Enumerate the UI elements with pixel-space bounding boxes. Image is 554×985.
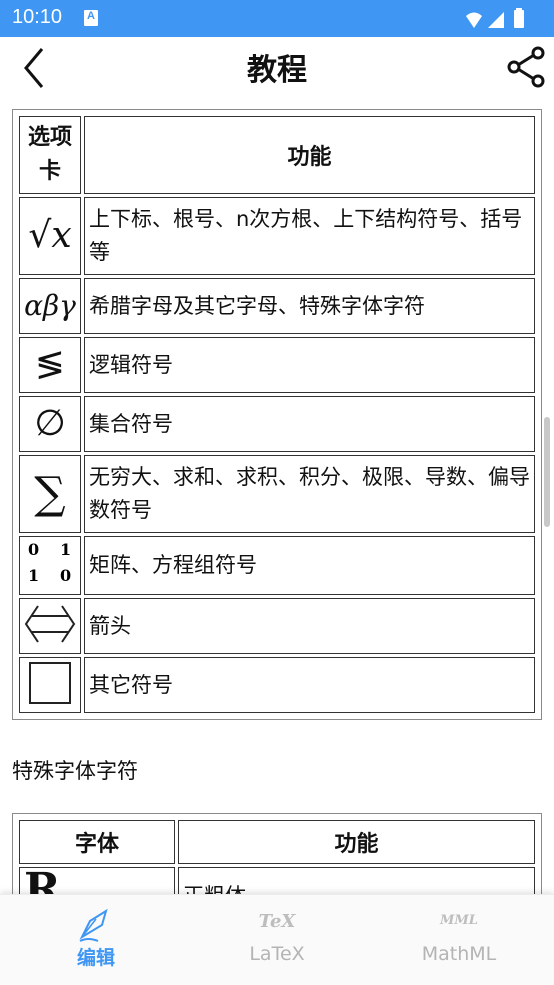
status-bar: 10:10 A [0, 0, 554, 37]
table-cell-desc: 无穷大、求和、求积、积分、极限、导数、偏导数符号 [84, 455, 535, 533]
matrix-glyph: 0 1 1 0 [28, 540, 71, 585]
share-icon[interactable] [504, 43, 548, 91]
svg-text:0: 0 [28, 540, 39, 559]
header-function-label: 功能 [334, 832, 379, 857]
table-cell-desc: 其它符号 [84, 657, 535, 713]
header-function: 功能 [178, 820, 535, 864]
less-equal-icon: ≶ [19, 337, 81, 393]
font-table: 字体 功能 R 正粗体 [12, 813, 542, 894]
sigma-icon: ∑ [19, 455, 81, 533]
page-title: 教程 [247, 53, 307, 88]
empty-set-icon: ∅ [19, 396, 81, 452]
header-tab: 选项卡 [19, 116, 81, 194]
table-row[interactable]: 其它符号 [19, 657, 535, 713]
app-header: 教程 [0, 37, 554, 97]
table-row[interactable]: ∅ 集合符号 [19, 396, 535, 452]
header-function: 功能 [84, 116, 535, 194]
double-arrow-icon [19, 598, 81, 654]
svg-text:0: 0 [60, 566, 71, 585]
table-cell-desc: 希腊字母及其它字母、特殊字体字符 [84, 278, 535, 334]
square-icon [19, 657, 81, 713]
matrix-icon: 0 1 1 0 [19, 536, 81, 595]
nav-label-latex: LaTeX [249, 943, 305, 965]
table-header-row: 字体 功能 [19, 820, 535, 864]
options-table: 选项卡 功能 √x 上下标、根号、n次方根、上下结构符号、括号等 αβγ 希腊字… [12, 109, 542, 720]
nav-item-mathml[interactable]: MML MathML [367, 895, 551, 985]
a-notification-icon: A [84, 10, 98, 26]
font-table-grid: 字体 功能 R 正粗体 [16, 817, 538, 894]
header-font: 字体 [19, 820, 175, 864]
nav-item-edit[interactable]: 编辑 [4, 895, 188, 985]
table-row[interactable]: ≶ 逻辑符号 [19, 337, 535, 393]
bottom-nav: 编辑 TeX LaTeX MML MathML [0, 894, 554, 985]
nav-label-edit: 编辑 [76, 947, 115, 969]
wifi-icon [466, 12, 482, 28]
table-header-row: 选项卡 功能 [19, 116, 535, 194]
table-row[interactable]: √x 上下标、根号、n次方根、上下结构符号、括号等 [19, 197, 535, 275]
table-cell-desc: 上下标、根号、n次方根、上下结构符号、括号等 [84, 197, 535, 275]
nav-item-latex[interactable]: TeX LaTeX [185, 895, 369, 985]
table-cell-desc: 集合符号 [84, 396, 535, 452]
table-cell-desc: 逻辑符号 [84, 337, 535, 393]
header-function-label: 功能 [287, 145, 332, 170]
table-cell-desc: 箭头 [84, 598, 535, 654]
status-time: 10:10 [12, 6, 63, 28]
header-font-label: 字体 [74, 832, 119, 857]
square-glyph [29, 661, 71, 704]
table-row[interactable]: 箭头 [19, 598, 535, 654]
content-area[interactable]: 选项卡 功能 √x 上下标、根号、n次方根、上下结构符号、括号等 αβγ 希腊字… [0, 97, 554, 894]
table-row[interactable]: αβγ 希腊字母及其它字母、特殊字体字符 [19, 278, 535, 334]
pen-nib-icon [79, 908, 108, 942]
table-row[interactable]: ∑ 无穷大、求和、求积、积分、极限、导数、偏导数符号 [19, 455, 535, 533]
svg-text:1: 1 [60, 540, 71, 559]
greek-letters-icon: αβγ [19, 278, 81, 334]
sqrt-x-icon: √x [19, 197, 81, 275]
table-row[interactable]: R 正粗体 [19, 867, 535, 894]
svg-text:1: 1 [28, 566, 39, 585]
tex-icon: TeX [258, 911, 296, 932]
status-icons [466, 8, 524, 28]
section-heading: 特殊字体字符 [12, 759, 138, 783]
signal-icon [488, 12, 504, 28]
battery-icon [514, 10, 524, 28]
table-cell-desc: 矩阵、方程组符号 [84, 536, 535, 595]
header-tab-label: 选项卡 [27, 125, 72, 184]
bold-r-icon: R [19, 867, 175, 894]
scrollbar[interactable] [544, 417, 550, 527]
options-table-grid: 选项卡 功能 √x 上下标、根号、n次方根、上下结构符号、括号等 αβγ 希腊字… [16, 113, 538, 716]
nav-label-mathml: MathML [421, 943, 497, 965]
table-row[interactable]: 0 1 1 0 矩阵、方程组符号 [19, 536, 535, 595]
table-cell-desc: 正粗体 [178, 867, 535, 894]
double-arrow-glyph [24, 604, 76, 643]
